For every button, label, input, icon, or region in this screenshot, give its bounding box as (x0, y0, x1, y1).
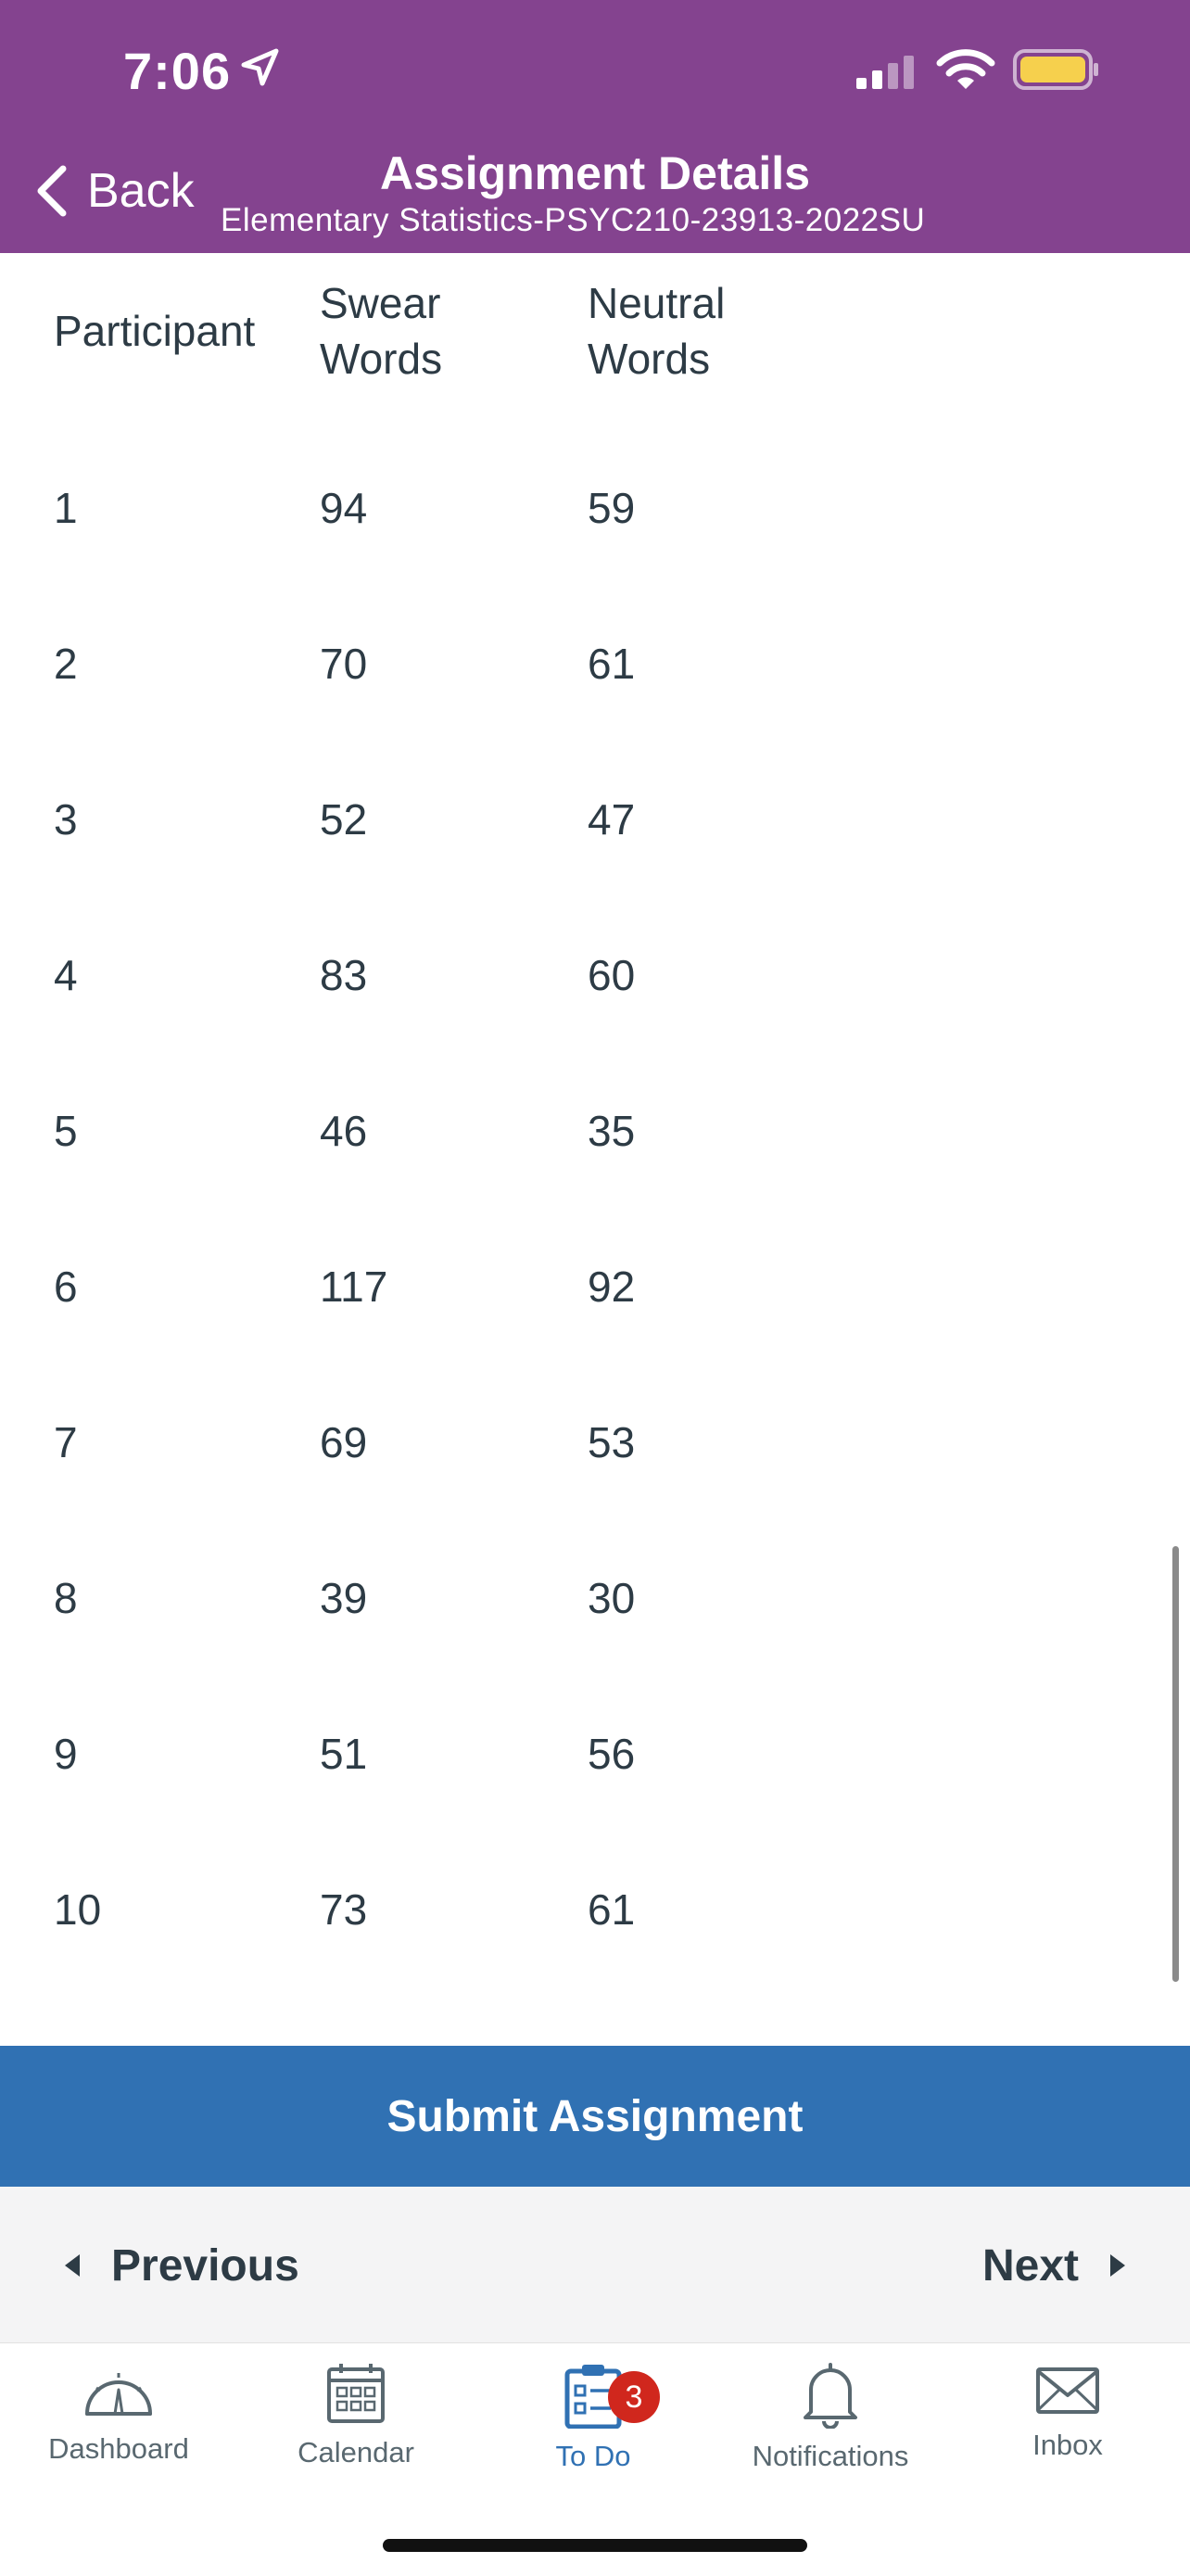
page-title: Assignment Details (379, 147, 810, 199)
swear-words-cell: 39 (320, 1574, 368, 1622)
envelope-icon (1036, 2367, 1099, 2414)
previous-label: Previous (111, 2240, 299, 2290)
swear-words-cell: 51 (320, 1730, 368, 1778)
neutral-words-cell: 60 (588, 951, 636, 999)
swear-words-cell: 70 (320, 640, 368, 688)
assignment-pager: Previous Next (0, 2187, 1190, 2342)
todo-count-badge: 3 (608, 2371, 660, 2423)
neutral-words-cell: 53 (588, 1418, 636, 1466)
participant-cell: 2 (54, 640, 78, 688)
tab-calendar[interactable]: Calendar (237, 2362, 475, 2510)
neutral-words-cell: 92 (588, 1263, 636, 1311)
next-button[interactable]: Next (982, 2233, 1125, 2298)
cellular-signal-icon (856, 56, 914, 89)
tab-to-do[interactable]: 3 To Do (475, 2362, 712, 2510)
wifi-icon (936, 49, 995, 89)
column-header-neutral-words: Neutral Words (588, 279, 726, 383)
swear-words-cell: 94 (320, 484, 368, 532)
status-time: 7:06 (123, 42, 232, 100)
swear-words-cell: 46 (320, 1107, 368, 1155)
participant-cell: 1 (54, 484, 78, 532)
participant-cell: 7 (54, 1418, 78, 1466)
column-header-participant: Participant (54, 307, 256, 355)
tab-inbox[interactable]: Inbox (949, 2362, 1186, 2510)
previous-button[interactable]: Previous (65, 2233, 299, 2298)
battery-icon (1013, 49, 1098, 90)
tab-label: Dashboard (48, 2432, 189, 2465)
neutral-words-cell: 61 (588, 1885, 636, 1934)
column-header-swear-words: Swear Words (320, 279, 443, 383)
tab-label: Inbox (1032, 2429, 1103, 2461)
neutral-words-cell: 59 (588, 484, 636, 532)
tab-label: To Do (555, 2440, 631, 2472)
tab-notifications[interactable]: Notifications (712, 2362, 949, 2510)
neutral-words-cell: 35 (588, 1107, 636, 1155)
neutral-words-cell: 30 (588, 1574, 636, 1622)
participant-cell: 10 (54, 1885, 102, 1934)
swear-words-cell: 73 (320, 1885, 368, 1934)
swear-words-cell: 69 (320, 1418, 368, 1466)
neutral-words-cell: 56 (588, 1730, 636, 1778)
participant-cell: 6 (54, 1263, 78, 1311)
neutral-words-cell: 61 (588, 640, 636, 688)
participant-cell: 4 (54, 951, 78, 999)
app-header: 7:06 Back Assignment Details Elementary … (0, 0, 1190, 253)
home-indicator (383, 2539, 807, 2552)
participant-cell: 3 (54, 795, 78, 844)
bell-icon (804, 2363, 857, 2429)
calendar-icon (327, 2364, 385, 2423)
submit-assignment-button[interactable]: Submit Assignment (0, 2046, 1190, 2187)
location-arrow-icon (241, 48, 279, 86)
participant-cell: 5 (54, 1107, 78, 1155)
neutral-words-cell: 47 (588, 795, 636, 844)
caret-left-icon (65, 2254, 80, 2277)
dashboard-icon (85, 2373, 152, 2416)
tab-label: Notifications (752, 2440, 909, 2472)
swear-words-cell: 83 (320, 951, 368, 999)
tab-label: Calendar (298, 2436, 414, 2468)
swear-words-cell: 52 (320, 795, 368, 844)
assignment-content: Participant Swear Words Neutral Words 1 … (0, 253, 1190, 2046)
caret-right-icon (1110, 2254, 1125, 2277)
participant-cell: 9 (54, 1730, 78, 1778)
tab-dashboard[interactable]: Dashboard (0, 2362, 237, 2510)
participant-cell: 8 (54, 1574, 78, 1622)
course-subtitle: Elementary Statistics-PSYC210-23913-2022… (221, 202, 926, 238)
swear-words-cell: 117 (320, 1263, 388, 1311)
scrollbar[interactable] (1172, 1546, 1179, 1982)
next-label: Next (981, 2240, 1079, 2290)
